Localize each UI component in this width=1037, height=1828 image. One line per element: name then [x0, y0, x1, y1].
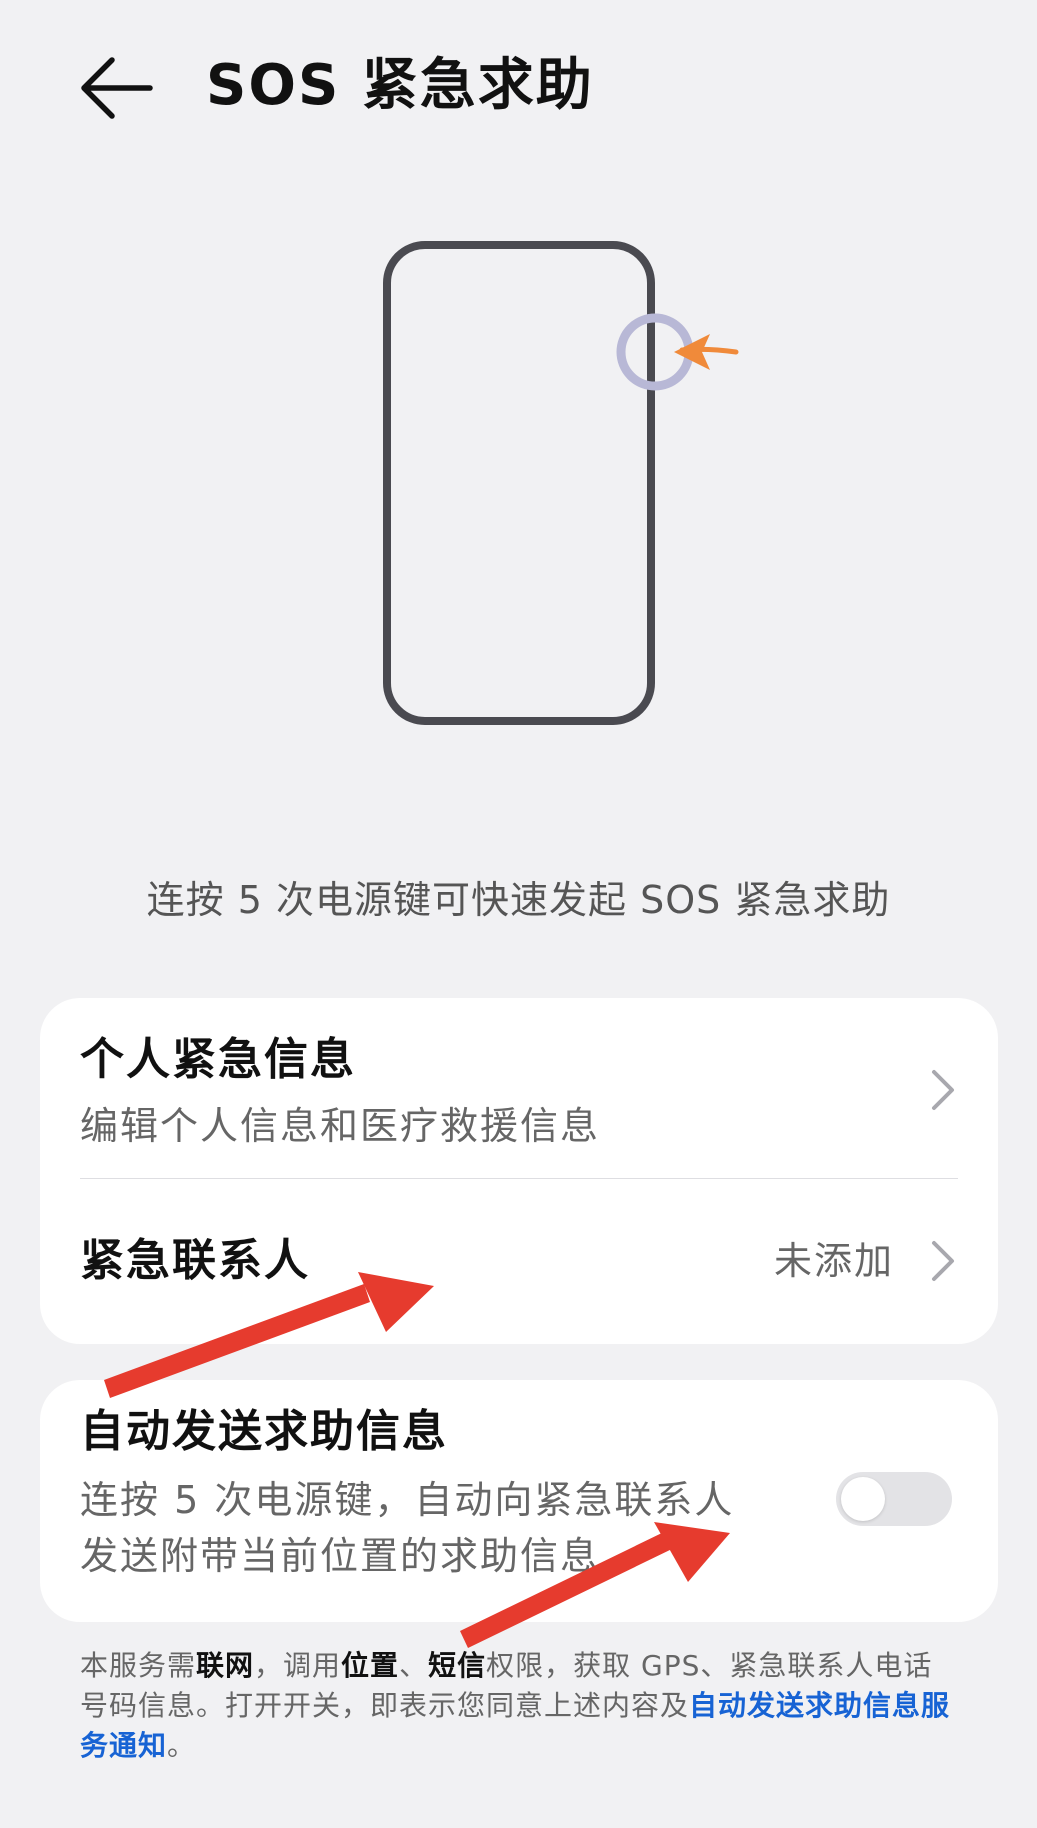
auto-send-toggle[interactable]: [836, 1472, 952, 1526]
auto-send-description: 连按 5 次电源键，自动向紧急联系人发送附带当前位置的求助信息: [80, 1478, 735, 1578]
arrow-left-icon: [81, 57, 153, 119]
emergency-contact-status: 未添加: [773, 1239, 894, 1283]
chevron-right-icon: [932, 1070, 954, 1110]
notice-sms: 短信: [428, 1649, 487, 1682]
notice-text: 。: [167, 1729, 197, 1762]
page-title: SOS 紧急求助: [206, 53, 594, 118]
auto-send-card: 自动发送求助信息 连按 5 次电源键，自动向紧急联系人发送附带当前位置的求助信息: [40, 1380, 998, 1622]
personal-emergency-info-row[interactable]: 个人紧急信息 编辑个人信息和医疗救援信息: [40, 998, 998, 1178]
row-subtitle: 编辑个人信息和医疗救援信息: [80, 1104, 601, 1148]
phone-outline-icon: [383, 241, 655, 725]
notice-text: 本服务需: [80, 1649, 197, 1682]
notice-text: ，调用: [254, 1649, 342, 1682]
service-notice: 本服务需联网，调用位置、短信权限，获取 GPS、紧急联系人电话号码信息。打开开关…: [80, 1646, 960, 1766]
chevron-right-icon: [932, 1241, 954, 1281]
toggle-knob: [841, 1477, 885, 1521]
emergency-info-card: 个人紧急信息 编辑个人信息和医疗救援信息 紧急联系人 未添加: [40, 998, 998, 1344]
back-button[interactable]: [78, 54, 154, 122]
row-title: 紧急联系人: [80, 1235, 310, 1286]
app-bar: SOS 紧急求助: [0, 0, 1037, 180]
notice-text: 、: [399, 1649, 429, 1682]
notice-internet: 联网: [196, 1649, 255, 1682]
row-title: 个人紧急信息: [80, 1034, 356, 1085]
notice-location: 位置: [341, 1649, 400, 1682]
power-button-illustration: [383, 241, 739, 725]
sos-instruction-caption: 连按 5 次电源键可快速发起 SOS 紧急求助: [146, 878, 891, 922]
auto-send-title: 自动发送求助信息: [80, 1406, 448, 1457]
emergency-contact-row[interactable]: 紧急联系人 未添加: [40, 1179, 998, 1344]
